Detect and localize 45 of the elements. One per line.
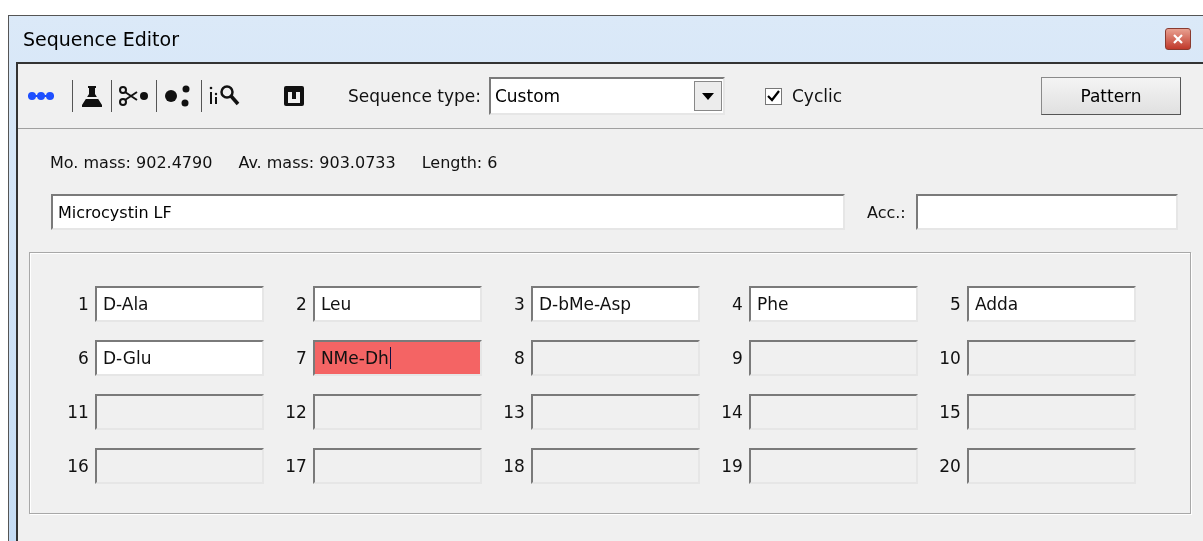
residue-field[interactable]: D-Glu <box>94 340 264 376</box>
caret-icon <box>701 92 714 100</box>
close-button[interactable] <box>1165 28 1191 50</box>
sequence-type-dropdown[interactable]: Custom <box>488 77 725 115</box>
residue-number: 1 <box>77 294 89 314</box>
residue-field[interactable]: Phe <box>748 286 918 322</box>
flask-icon[interactable] <box>79 83 105 109</box>
length-text: Length: 6 <box>421 153 498 172</box>
residue-number: 8 <box>513 348 525 368</box>
residue-number: 11 <box>66 402 89 422</box>
residue-number: 10 <box>938 348 961 368</box>
residue-number: 3 <box>513 294 525 314</box>
cyclic-checkbox[interactable]: Cyclic <box>764 86 843 106</box>
residue-number: 2 <box>295 294 307 314</box>
residue-number: 14 <box>720 402 743 422</box>
residue-number: 13 <box>502 402 525 422</box>
residue-number: 6 <box>77 348 89 368</box>
residue-number: 16 <box>66 456 89 476</box>
accession-field[interactable] <box>915 194 1178 230</box>
residue-number: 17 <box>284 456 307 476</box>
pattern-button[interactable]: Pattern <box>1041 77 1181 115</box>
residue-number: 12 <box>284 402 307 422</box>
residue-number: 19 <box>720 456 743 476</box>
window-title: Sequence Editor <box>23 28 179 50</box>
residue-number: 9 <box>731 348 743 368</box>
residue-number: 15 <box>938 402 961 422</box>
residue-number: 18 <box>502 456 525 476</box>
residue-number: 5 <box>949 294 961 314</box>
residue-field[interactable]: Adda <box>966 286 1136 322</box>
check-icon <box>766 90 780 102</box>
residue-field[interactable]: Leu <box>312 286 482 322</box>
sequence-type-label: Sequence type: <box>348 86 481 106</box>
residue-field[interactable]: NMe-Dh <box>312 340 482 376</box>
residue-field[interactable]: D-bMe-Asp <box>530 286 700 322</box>
residue-number: 4 <box>731 294 743 314</box>
residue-field[interactable]: D-Ala <box>94 286 264 322</box>
book-icon[interactable] <box>282 84 306 108</box>
close-icon <box>1173 34 1183 44</box>
name-field[interactable]: Microcystin LF <box>51 194 845 230</box>
mono-mass-text: Mo. mass: 902.4790 <box>50 153 213 172</box>
average-mass-text: Av. mass: 903.0733 <box>238 153 396 172</box>
scissors-icon[interactable] <box>118 83 150 109</box>
accession-label: Acc.: <box>867 202 906 222</box>
residue-number: 7 <box>295 348 307 368</box>
residue-number: 20 <box>938 456 961 476</box>
